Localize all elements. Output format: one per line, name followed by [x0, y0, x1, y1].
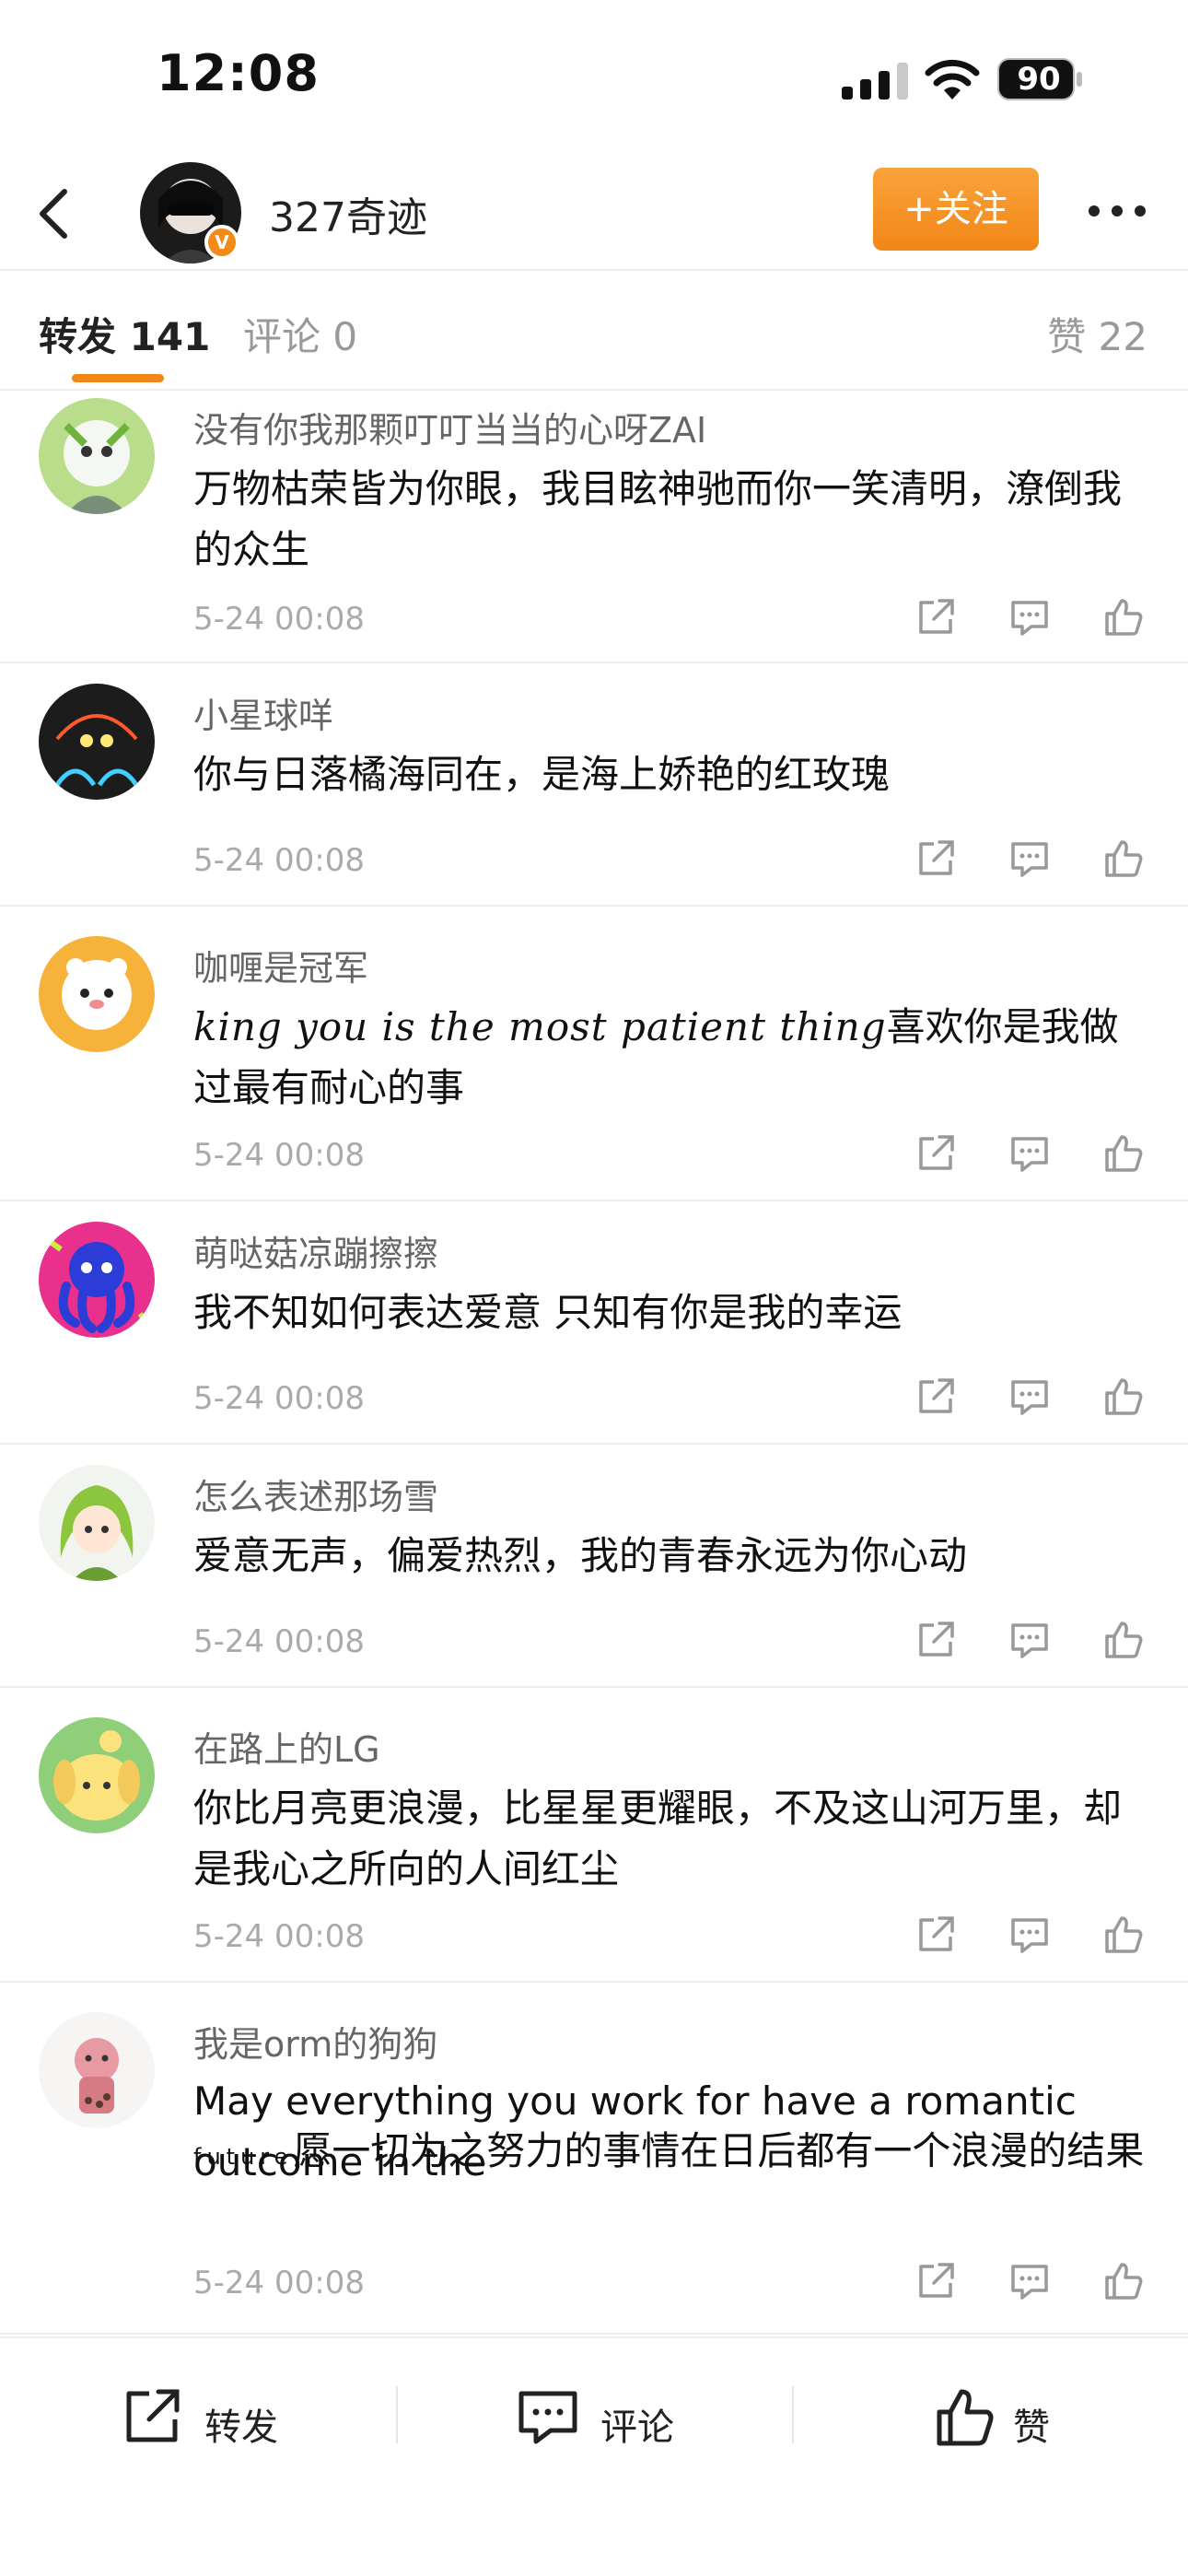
comment-label: 评论 — [600, 2406, 674, 2449]
timestamp: 5-24 00:08 — [193, 1918, 365, 1955]
like-icon[interactable] — [1101, 1375, 1146, 1419]
repost-text: 我不知如何表达爱意 只知有你是我的幸运 — [193, 1290, 903, 1335]
list-item: 没有你我那颗叮叮当当的心呀ZAI 万物枯荣皆为你眼，我目眩神驰而你一笑清明，潦倒… — [0, 392, 1188, 663]
comment-button[interactable]: 评论 — [516, 2384, 681, 2458]
verified-badge-icon: V — [204, 225, 239, 260]
timestamp: 5-24 00:08 — [193, 601, 365, 638]
share-icon[interactable] — [914, 1375, 958, 1419]
comment-icon[interactable] — [1007, 1618, 1052, 1662]
like-icon[interactable] — [1101, 1131, 1146, 1176]
share-icon[interactable] — [914, 1913, 958, 1957]
share-icon — [126, 2389, 180, 2442]
comment-icon[interactable] — [1007, 1375, 1052, 1419]
timestamp: 5-24 00:08 — [193, 842, 365, 879]
comment-icon — [518, 2391, 577, 2444]
timestamp: 5-24 00:08 — [193, 2265, 365, 2301]
status-bar: 12:08 90 — [0, 0, 1188, 157]
list-item: 萌哒菇凉蹦擦擦 我不知如何表达爱意 只知有你是我的幸运 5-24 00:08 — [0, 1201, 1188, 1445]
comment-icon[interactable] — [1007, 595, 1052, 639]
like-button[interactable]: 赞 — [934, 2384, 1100, 2458]
avatar[interactable] — [39, 936, 155, 1052]
share-icon[interactable] — [914, 1618, 958, 1662]
follow-button[interactable]: +关注 — [873, 168, 1039, 251]
comment-icon[interactable] — [1007, 1131, 1052, 1176]
repost-text: future愿一切为之努力的事情在日后都有一个浪漫的结果 — [193, 2121, 1151, 2187]
avatar[interactable] — [39, 2012, 155, 2128]
cellular-signal-icon — [842, 63, 908, 100]
avatar[interactable] — [39, 1222, 155, 1338]
repost-label: 转发 — [204, 2406, 278, 2449]
like-label: 赞 — [1013, 2406, 1050, 2449]
divider — [396, 2386, 398, 2443]
wifi-icon — [925, 59, 980, 100]
active-tab-indicator — [72, 374, 164, 382]
like-icon[interactable] — [1101, 837, 1146, 881]
comment-icon[interactable] — [1007, 2259, 1052, 2303]
repost-text-cn: 愿一切为之努力的事情在日后都有一个浪漫的结果 — [293, 2128, 1145, 2173]
list-item: 小星球咩 你与日落橘海同在，是海上娇艳的红玫瑰 5-24 00:08 — [0, 663, 1188, 907]
nav-header: V 327奇迹 +关注 — [0, 157, 1188, 271]
repost-text: king you is the most patient thing喜欢你是我做… — [193, 997, 1151, 1118]
share-icon[interactable] — [914, 595, 958, 639]
avatar[interactable] — [39, 398, 155, 514]
battery-level: 90 — [1017, 61, 1061, 98]
status-time: 12:08 — [157, 44, 320, 102]
tab-bar: 转发 141 评论 0 赞 22 — [0, 273, 1188, 391]
list-item: 在路上的LG 你比月亮更浪漫，比星星更耀眼，不及这山河万里，却是我心之所向的人间… — [0, 1688, 1188, 1983]
list-item: 怎么表述那场雪 爱意无声，偏爱热烈，我的青春永远为你心动 5-24 00:08 — [0, 1445, 1188, 1688]
timestamp: 5-24 00:08 — [193, 1623, 365, 1660]
tab-repost[interactable]: 转发 141 — [39, 306, 210, 362]
repost-text: 你比月亮更浪漫，比星星更耀眼，不及这山河万里，却是我心之所向的人间红尘 — [193, 1786, 1123, 1891]
divider — [792, 2386, 794, 2443]
share-icon[interactable] — [914, 2259, 958, 2303]
repost-text-script: king you is the most patient thing — [193, 1004, 887, 1049]
comment-icon[interactable] — [1007, 1913, 1052, 1957]
user-name[interactable]: 在路上的LG — [193, 1721, 380, 1772]
more-icon[interactable] — [1085, 197, 1149, 225]
like-icon — [937, 2389, 994, 2446]
timestamp: 5-24 00:08 — [193, 1380, 365, 1417]
user-name[interactable]: 萌哒菇凉蹦擦擦 — [193, 1225, 438, 1276]
back-arrow-icon[interactable] — [28, 184, 83, 243]
timestamp: 5-24 00:08 — [193, 1137, 365, 1174]
user-name[interactable]: 我是orm的狗狗 — [193, 2016, 437, 2067]
bottom-action-bar: 转发 评论 赞 — [0, 2336, 1188, 2576]
repost-button[interactable]: 转发 — [120, 2384, 285, 2458]
tab-like[interactable]: 赞 22 — [1047, 306, 1147, 362]
user-name[interactable]: 怎么表述那场雪 — [193, 1469, 438, 1519]
list-item: 咖喱是冠军 king you is the most patient thing… — [0, 907, 1188, 1201]
comment-icon[interactable] — [1007, 837, 1052, 881]
share-icon[interactable] — [914, 837, 958, 881]
like-icon[interactable] — [1101, 2259, 1146, 2303]
user-name[interactable]: 小星球咩 — [193, 687, 333, 738]
like-icon[interactable] — [1101, 595, 1146, 639]
avatar[interactable] — [39, 1465, 155, 1581]
repost-text-en-tail: future — [193, 2144, 294, 2170]
avatar[interactable] — [39, 684, 155, 800]
user-name[interactable]: 没有你我那颗叮叮当当的心呀ZAI — [193, 402, 706, 452]
like-icon[interactable] — [1101, 1913, 1146, 1957]
tab-comment[interactable]: 评论 0 — [243, 306, 357, 362]
avatar[interactable] — [39, 1717, 155, 1833]
repost-text: 万物枯荣皆为你眼，我目眩神驰而你一笑清明，潦倒我的众生 — [193, 466, 1123, 572]
repost-list: 没有你我那颗叮叮当当的心呀ZAI 万物枯荣皆为你眼，我目眩神驰而你一笑清明，潦倒… — [0, 392, 1188, 2335]
user-name[interactable]: 咖喱是冠军 — [193, 940, 368, 990]
share-icon[interactable] — [914, 1131, 958, 1176]
profile-name[interactable]: 327奇迹 — [269, 184, 427, 243]
list-item: 我是orm的狗狗 May everything you work for hav… — [0, 1983, 1188, 2335]
repost-text: 爱意无声，偏爱热烈，我的青春永远为你心动 — [193, 1533, 968, 1578]
repost-text: 你与日落橘海同在，是海上娇艳的红玫瑰 — [193, 752, 891, 797]
like-icon[interactable] — [1101, 1618, 1146, 1662]
